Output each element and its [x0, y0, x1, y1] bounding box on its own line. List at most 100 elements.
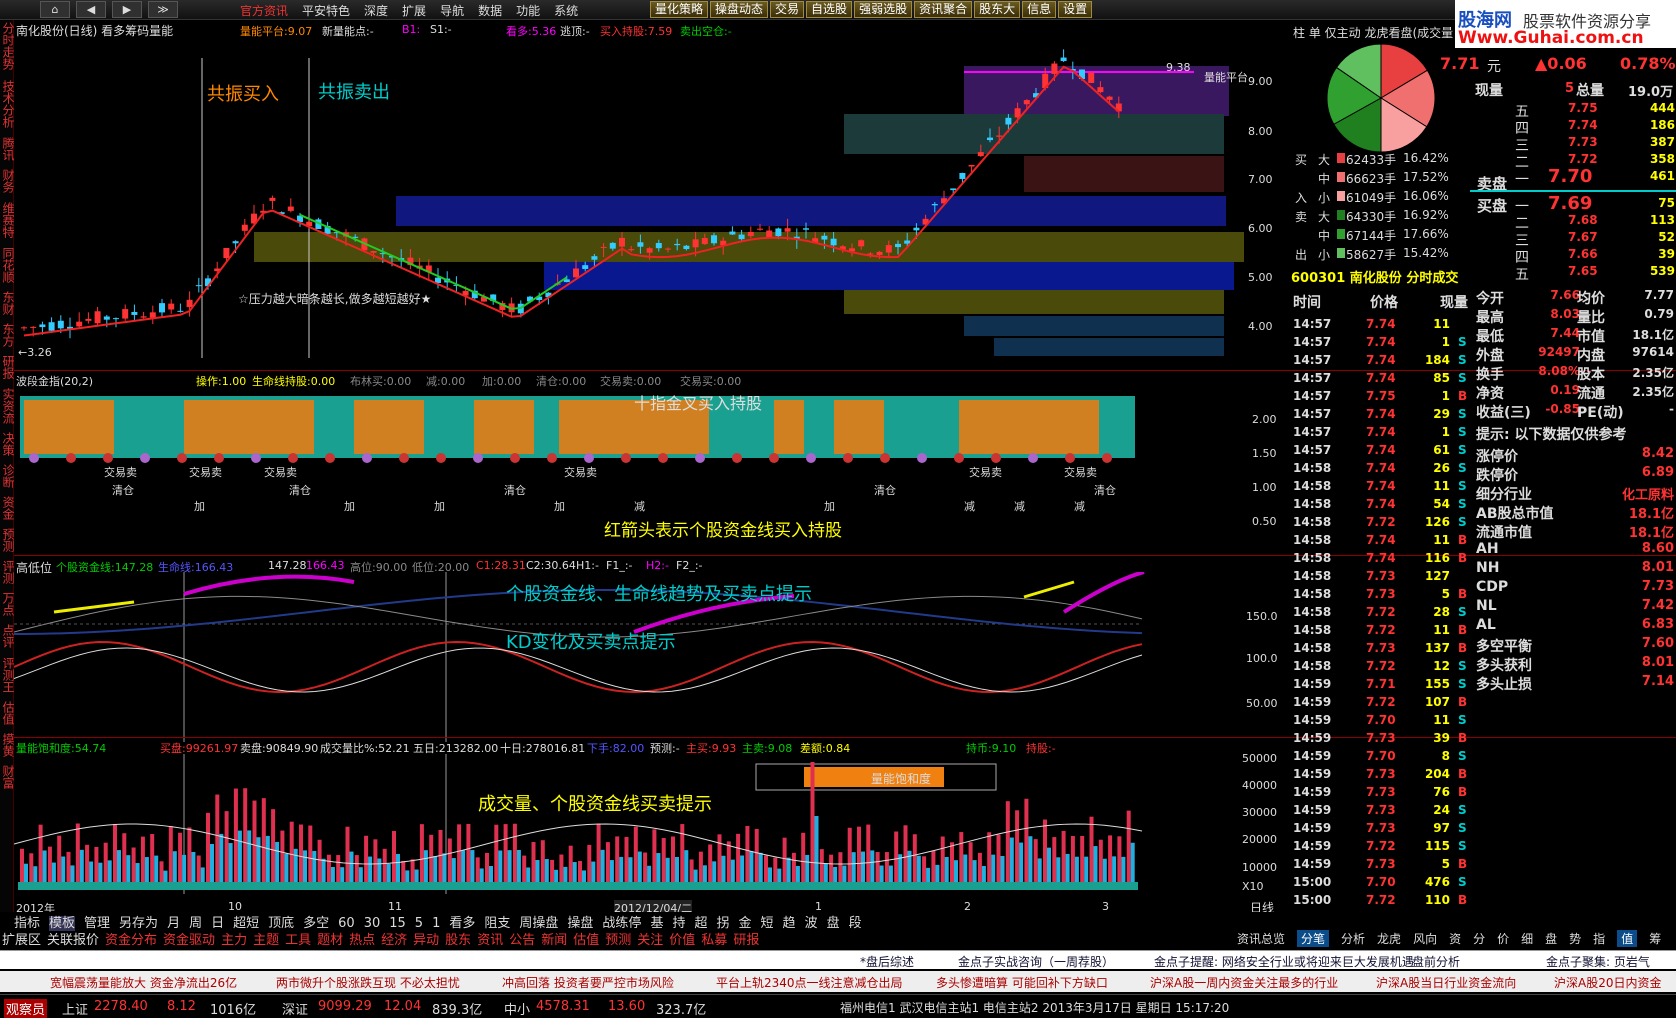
tab-7[interactable]: 信息: [1022, 1, 1057, 18]
left-tab-2[interactable]: 腾讯: [0, 136, 15, 162]
rtab-3[interactable]: 龙虎: [1377, 930, 1401, 947]
news1-item-0[interactable]: *盘后综述: [860, 953, 914, 970]
ind-btn-28[interactable]: 盘: [827, 916, 840, 931]
menu-item-0[interactable]: 官方资讯: [240, 2, 288, 19]
left-tab-18[interactable]: 估值: [0, 700, 15, 726]
ext-btn-11[interactable]: 股东: [445, 933, 471, 948]
tab-0[interactable]: 量化策略: [650, 1, 709, 18]
ext-btn-13[interactable]: 公告: [509, 933, 535, 948]
news2-item-0[interactable]: 宽幅震荡量能放大 资金净流出26亿: [50, 974, 237, 991]
rtab-6[interactable]: 分: [1473, 930, 1485, 947]
tab-3[interactable]: 自选股: [806, 1, 853, 18]
left-tab-17[interactable]: 评测王: [0, 655, 15, 694]
ext-btn-7[interactable]: 题材: [317, 933, 343, 948]
left-tab-3[interactable]: 财务: [0, 168, 15, 194]
ext-btn-4[interactable]: 主力: [221, 933, 247, 948]
rtab-13[interactable]: 筹: [1649, 930, 1661, 947]
ext-btn-16[interactable]: 预测: [605, 933, 631, 948]
left-tab-10[interactable]: 决策: [0, 431, 15, 457]
news1-item-2[interactable]: 金点子提醒: 网络安全行业或将迎来巨大发展机遇: [1154, 953, 1414, 970]
ext-btn-9[interactable]: 经济: [381, 933, 407, 948]
ext-btn-14[interactable]: 新闻: [541, 933, 567, 948]
left-tab-11[interactable]: 诊断: [0, 463, 15, 489]
observer[interactable]: 观察员: [4, 999, 48, 1018]
tab-6[interactable]: 股东大: [974, 1, 1021, 18]
left-tab-8[interactable]: 研报: [0, 354, 15, 380]
menu-item-2[interactable]: 深度: [364, 2, 388, 19]
tick-col-1: 价格: [1370, 295, 1398, 311]
rtab-10[interactable]: 势: [1569, 930, 1581, 947]
left-tab-14[interactable]: 评测: [0, 559, 15, 585]
left-tab-7[interactable]: 东方: [0, 322, 15, 348]
left-tab-13[interactable]: 预测: [0, 527, 15, 553]
ext-btn-2[interactable]: 资金分布: [105, 933, 157, 948]
left-tab-20[interactable]: 财富: [0, 764, 15, 790]
tab-8[interactable]: 设置: [1058, 1, 1093, 18]
forward-icon[interactable]: ▶: [112, 1, 142, 18]
left-tab-12[interactable]: 资金: [0, 495, 15, 521]
ext-btn-18[interactable]: 价值: [669, 933, 695, 948]
tick-price-7: 7.74: [1366, 443, 1396, 457]
rtab-4[interactable]: 风向: [1413, 930, 1437, 947]
ext-btn-17[interactable]: 关注: [637, 933, 663, 948]
ext-btn-6[interactable]: 工具: [285, 933, 311, 948]
ext-btn-19[interactable]: 私募: [701, 933, 727, 948]
news2-item-5[interactable]: 沪深A股一周内资金关注最多的行业: [1150, 974, 1338, 991]
ext-btn-10[interactable]: 异动: [413, 933, 439, 948]
news2-item-7[interactable]: 沪深A股20日内资金: [1554, 974, 1661, 991]
left-tab-9[interactable]: 实资流: [0, 386, 15, 425]
ind-btn-29[interactable]: 段: [849, 916, 862, 931]
left-tab-6[interactable]: 东财: [0, 290, 15, 316]
ext-btn-3[interactable]: 资金驱动: [163, 933, 215, 948]
ext-btn-1[interactable]: 关联报价: [47, 933, 99, 948]
left-tab-19[interactable]: 摸黄: [0, 732, 15, 758]
ext-btn-20[interactable]: 研报: [733, 933, 759, 948]
menu-item-6[interactable]: 功能: [516, 2, 540, 19]
left-tab-5[interactable]: 同花顺: [0, 245, 15, 284]
menu-item-1[interactable]: 平安特色: [302, 2, 350, 19]
rtab-8[interactable]: 细: [1521, 930, 1533, 947]
rtab-0[interactable]: 资讯总览: [1237, 930, 1285, 947]
tab-2[interactable]: 交易: [770, 1, 805, 18]
news2-item-2[interactable]: 冲高回落 投资者要严控市场风险: [502, 974, 674, 991]
menu-item-7[interactable]: 系统: [554, 2, 578, 19]
news2-item-6[interactable]: 沪深A股当日行业资金流向: [1376, 974, 1516, 991]
ext-btn-12[interactable]: 资讯: [477, 933, 503, 948]
rtab-2[interactable]: 分析: [1341, 930, 1365, 947]
menu-item-3[interactable]: 扩展: [402, 2, 426, 19]
news1-item-3[interactable]: 盘前分析: [1412, 953, 1460, 970]
ext-btn-15[interactable]: 估值: [573, 933, 599, 948]
volume-chart[interactable]: [14, 754, 1244, 902]
rtab-11[interactable]: 指: [1593, 930, 1605, 947]
left-tab-15[interactable]: 万点: [0, 591, 15, 617]
ext-btn-5[interactable]: 主题: [253, 933, 279, 948]
rtab-7[interactable]: 价: [1497, 930, 1509, 947]
ind-btn-26[interactable]: 趋: [783, 916, 796, 931]
back-icon[interactable]: ◀: [76, 1, 106, 18]
menu-item-5[interactable]: 数据: [478, 2, 502, 19]
left-tab-4[interactable]: 维赛特: [0, 200, 15, 239]
rtab-1[interactable]: 分笔: [1297, 930, 1330, 947]
left-tab-16[interactable]: 点评: [0, 623, 15, 649]
rtab-5[interactable]: 资: [1449, 930, 1461, 947]
tab-1[interactable]: 操盘动态: [710, 1, 769, 18]
ext-btn-0[interactable]: 扩展区: [2, 933, 41, 948]
ind-btn-27[interactable]: 波: [805, 916, 818, 931]
menu-item-4[interactable]: 导航: [440, 2, 464, 19]
news2-item-3[interactable]: 平台上轨2340点一线注意减仓出局: [716, 974, 903, 991]
news2-item-1[interactable]: 两市微升个股涨跌互现 不必太担忧: [276, 974, 460, 991]
vol-bar-red: [903, 825, 908, 882]
news1-item-4[interactable]: 金点子聚集: 页岩气: [1546, 953, 1650, 970]
rtab-9[interactable]: 盘: [1545, 930, 1557, 947]
kline-chart[interactable]: [14, 38, 1244, 360]
ext-btn-8[interactable]: 热点: [349, 933, 375, 948]
tab-4[interactable]: 强弱选股: [854, 1, 913, 18]
expand-icon[interactable]: ≫: [148, 1, 178, 18]
left-tab-1[interactable]: 技术分析: [0, 78, 15, 130]
home-icon[interactable]: ⌂: [40, 1, 70, 18]
left-tab-0[interactable]: 分时走势: [0, 20, 15, 72]
rtab-12[interactable]: 值: [1617, 930, 1638, 947]
news2-item-4[interactable]: 多头惨遭暗算 可能回补下方缺口: [936, 974, 1108, 991]
news1-item-1[interactable]: 金点子实战咨询（一周荐股）: [958, 953, 1114, 970]
tab-5[interactable]: 资讯聚合: [914, 1, 973, 18]
